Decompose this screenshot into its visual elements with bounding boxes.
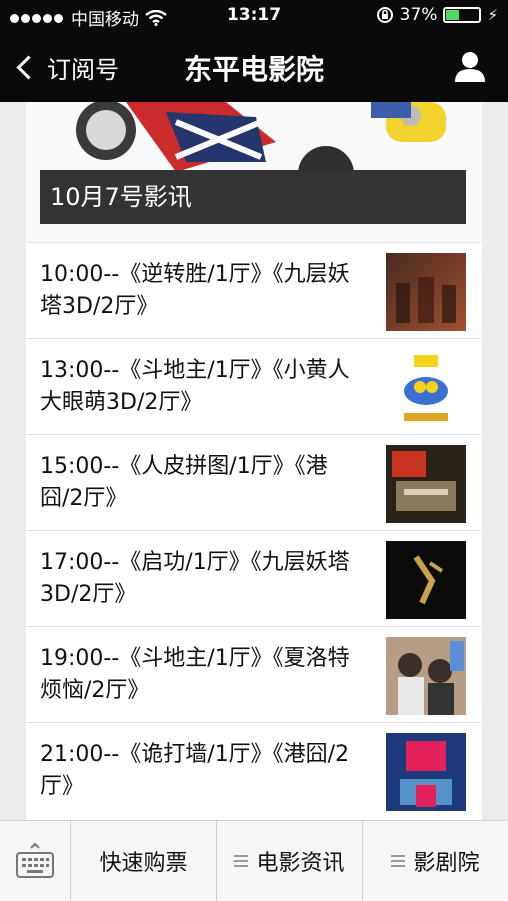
showtime-text: 10:00--《逆转胜/1厅》《九层妖塔3D/2厅》 xyxy=(40,262,350,319)
article-content[interactable]: 10月7号影讯 10:00--《逆转胜/1厅》《九层妖塔3D/2厅》 13:00… xyxy=(0,102,508,820)
tab-theater[interactable]: 影剧院 xyxy=(362,821,508,901)
menu-icon xyxy=(391,852,406,870)
showtime-text: 17:00--《启功/1厅》《九层妖塔3D/2厅》 xyxy=(40,550,350,607)
rotation-lock-icon xyxy=(376,7,393,23)
profile-icon[interactable] xyxy=(454,50,486,82)
movie-poster-thumbnail[interactable] xyxy=(386,541,466,619)
showtime-row[interactable]: 13:00--《斗地主/1厅》《小黄人大眼萌3D/2厅》 xyxy=(26,338,482,434)
tab-movie-news-label: 电影资讯 xyxy=(256,851,345,876)
bottom-menu-bar: 快速购票 电影资讯 影剧院 xyxy=(0,820,508,901)
showtime-text: 15:00--《人皮拼图/1厅》《港囧/2厅》 xyxy=(40,454,328,511)
article-card: 10月7号影讯 10:00--《逆转胜/1厅》《九层妖塔3D/2厅》 13:00… xyxy=(26,102,482,820)
movie-poster-thumbnail[interactable] xyxy=(386,445,466,523)
charging-icon: ⚡ xyxy=(487,6,498,24)
tab-theater-label: 影剧院 xyxy=(413,851,480,876)
movie-poster-thumbnail[interactable] xyxy=(386,349,466,427)
hero-banner: 10月7号影讯 xyxy=(26,102,482,242)
tab-quick-ticket[interactable]: 快速购票 xyxy=(70,821,216,901)
movie-poster-thumbnail[interactable] xyxy=(386,253,466,331)
status-bar: 中国移动 13:17 37% ⚡ xyxy=(0,0,508,32)
showtime-row[interactable]: 19:00--《斗地主/1厅》《夏洛特烦恼/2厅》 xyxy=(26,626,482,722)
showtime-row[interactable]: 21:00--《诡打墙/1厅》《港囧/2厅》 xyxy=(26,722,482,818)
battery-percent: 37% xyxy=(399,5,438,25)
tab-quick-ticket-label: 快速购票 xyxy=(99,851,188,876)
battery-icon xyxy=(443,7,482,23)
movie-poster-thumbnail[interactable] xyxy=(386,637,466,715)
showtime-row[interactable]: 10:00--《逆转胜/1厅》《九层妖塔3D/2厅》 xyxy=(26,242,482,338)
tab-movie-news[interactable]: 电影资讯 xyxy=(216,821,362,901)
showtime-row[interactable]: 15:00--《人皮拼图/1厅》《港囧/2厅》 xyxy=(26,434,482,530)
keyboard-icon xyxy=(16,842,54,878)
menu-icon xyxy=(234,852,249,870)
showtime-text: 19:00--《斗地主/1厅》《夏洛特烦恼/2厅》 xyxy=(40,646,350,703)
showtime-row[interactable]: 17:00--《启功/1厅》《九层妖塔3D/2厅》 xyxy=(26,530,482,626)
page-title: 东平电影院 xyxy=(183,53,324,86)
movie-poster-thumbnail[interactable] xyxy=(386,733,466,811)
status-right: 37% ⚡ xyxy=(376,5,498,25)
keyboard-toggle-button[interactable] xyxy=(0,821,70,901)
showtime-text: 13:00--《斗地主/1厅》《小黄人大眼萌3D/2厅》 xyxy=(40,358,350,415)
showtime-text: 21:00--《诡打墙/1厅》《港囧/2厅》 xyxy=(40,742,350,799)
hero-title: 10月7号影讯 xyxy=(40,170,466,224)
nav-bar: 订阅号 东平电影院 xyxy=(0,32,508,102)
